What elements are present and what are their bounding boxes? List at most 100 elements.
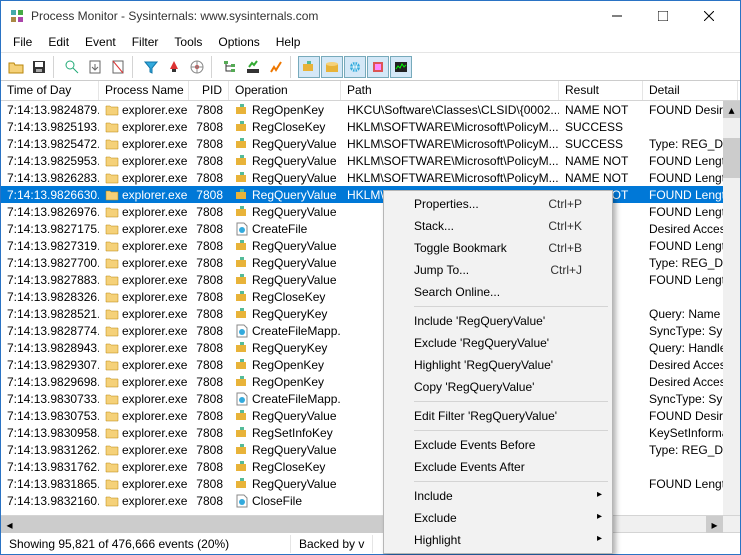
table-row[interactable]: 7:14:13.9826283...explorer.exe7808RegQue… [1,169,740,186]
folder-icon [105,341,119,355]
op-icon [235,222,249,236]
status-backed: Backed by v [291,535,373,553]
table-row[interactable]: 7:14:13.9830958...explorer.exe7808RegSet… [1,424,740,441]
maximize-button[interactable] [640,1,686,31]
table-row[interactable]: 7:14:13.9827883...explorer.exe7808RegQue… [1,271,740,288]
table-row[interactable]: 7:14:13.9826630...explorer.exe7808RegQue… [1,186,740,203]
table-row[interactable]: 7:14:13.9825193...explorer.exe7808RegClo… [1,118,740,135]
header-detail[interactable]: Detail [643,81,738,100]
header-process[interactable]: Process Name [99,81,189,100]
folder-icon [105,375,119,389]
header-time[interactable]: Time of Day [1,81,99,100]
op-icon [235,460,249,474]
table-row[interactable]: 7:14:13.9831865...explorer.exe7808RegQue… [1,475,740,492]
table-row[interactable]: 7:14:13.9827319...explorer.exe7808RegQue… [1,237,740,254]
process-tree-icon[interactable] [219,56,241,78]
table-row[interactable]: 7:14:13.9827175...explorer.exe7808Create… [1,220,740,237]
context-menu-item[interactable]: Copy 'RegQueryValue' [386,376,610,398]
op-icon [235,256,249,270]
jump-icon[interactable] [265,56,287,78]
context-menu-item[interactable]: Toggle BookmarkCtrl+B [386,237,610,259]
header-path[interactable]: Path [341,81,559,100]
folder-icon [105,222,119,236]
table-row[interactable]: 7:14:13.9828521...explorer.exe7808RegQue… [1,305,740,322]
op-icon [235,426,249,440]
table-row[interactable]: 7:14:13.9826976...explorer.exe7808RegQue… [1,203,740,220]
context-menu-item[interactable]: Search Online... [386,281,610,303]
header-operation[interactable]: Operation [229,81,341,100]
op-icon [235,494,249,508]
context-menu-item[interactable]: Highlight 'RegQueryValue' [386,354,610,376]
filter-icon[interactable] [140,56,162,78]
find-icon[interactable] [242,56,264,78]
menu-event[interactable]: Event [77,33,124,51]
scroll-up-icon[interactable]: ▴ [723,101,740,118]
context-menu-item[interactable]: Exclude [386,507,610,529]
open-icon[interactable] [5,56,27,78]
table-row[interactable]: 7:14:13.9829698...explorer.exe7808RegOpe… [1,373,740,390]
folder-icon [105,307,119,321]
vertical-scrollbar[interactable]: ▴ [723,101,740,515]
context-menu-item[interactable]: Include 'RegQueryValue' [386,310,610,332]
menu-tools[interactable]: Tools [166,33,210,51]
show-network-icon[interactable] [344,56,366,78]
folder-icon [105,188,119,202]
menu-edit[interactable]: Edit [40,33,77,51]
table-row[interactable]: 7:14:13.9832160...explorer.exe7808CloseF… [1,492,740,509]
folder-icon [105,273,119,287]
table-row[interactable]: 7:14:13.9828326...explorer.exe7808RegClo… [1,288,740,305]
save-icon[interactable] [28,56,50,78]
table-row[interactable]: 7:14:13.9828774...explorer.exe7808Create… [1,322,740,339]
folder-icon [105,426,119,440]
autoscroll-icon[interactable] [84,56,106,78]
folder-icon [105,256,119,270]
event-list: ▴ 7:14:13.9824879...explorer.exe7808RegO… [1,101,740,515]
scroll-right-icon[interactable]: ▸ [706,516,723,533]
context-menu-item[interactable]: Include [386,485,610,507]
table-row[interactable]: 7:14:13.9827700...explorer.exe7808RegQue… [1,254,740,271]
table-row[interactable]: 7:14:13.9830753...explorer.exe7808RegQue… [1,407,740,424]
context-menu-item[interactable]: Highlight [386,529,610,551]
op-icon [235,137,249,151]
menu-file[interactable]: File [5,33,40,51]
context-menu-item[interactable]: Jump To...Ctrl+J [386,259,610,281]
show-process-icon[interactable] [367,56,389,78]
context-menu-item[interactable]: Exclude Events After [386,456,610,478]
show-profiling-icon[interactable] [390,56,412,78]
app-icon [9,8,25,24]
menu-filter[interactable]: Filter [124,33,167,51]
show-registry-icon[interactable] [298,56,320,78]
table-row[interactable]: 7:14:13.9824879...explorer.exe7808RegOpe… [1,101,740,118]
table-row[interactable]: 7:14:13.9825472...explorer.exe7808RegQue… [1,135,740,152]
op-icon [235,324,249,338]
capture-icon[interactable] [61,56,83,78]
table-row[interactable]: 7:14:13.9831762...explorer.exe7808RegClo… [1,458,740,475]
context-menu-item[interactable]: Properties...Ctrl+P [386,193,610,215]
close-button[interactable] [686,1,732,31]
clear-icon[interactable] [107,56,129,78]
horizontal-scrollbar[interactable]: ◂ ▸ [1,515,740,532]
context-menu-item[interactable]: Exclude Events Before [386,434,610,456]
minimize-button[interactable] [594,1,640,31]
context-menu-item[interactable]: Exclude 'RegQueryValue' [386,332,610,354]
scroll-thumb[interactable] [723,138,740,178]
highlight-icon[interactable] [163,56,185,78]
window-title: Process Monitor - Sysinternals: www.sysi… [31,9,594,23]
table-row[interactable]: 7:14:13.9825953...explorer.exe7808RegQue… [1,152,740,169]
include-process-icon[interactable] [186,56,208,78]
table-row[interactable]: 7:14:13.9829307...explorer.exe7808RegOpe… [1,356,740,373]
show-filesystem-icon[interactable] [321,56,343,78]
context-menu-item[interactable]: Edit Filter 'RegQueryValue' [386,405,610,427]
menu-options[interactable]: Options [210,33,267,51]
menu-help[interactable]: Help [268,33,309,51]
header-pid[interactable]: PID [189,81,229,100]
title-bar: Process Monitor - Sysinternals: www.sysi… [1,1,740,31]
table-row[interactable]: 7:14:13.9831262...explorer.exe7808RegQue… [1,441,740,458]
scroll-left-icon[interactable]: ◂ [1,516,18,533]
context-menu-item[interactable]: Stack...Ctrl+K [386,215,610,237]
header-result[interactable]: Result [559,81,643,100]
folder-icon [105,239,119,253]
table-row[interactable]: 7:14:13.9828943...explorer.exe7808RegQue… [1,339,740,356]
folder-icon [105,137,119,151]
table-row[interactable]: 7:14:13.9830733...explorer.exe7808Create… [1,390,740,407]
